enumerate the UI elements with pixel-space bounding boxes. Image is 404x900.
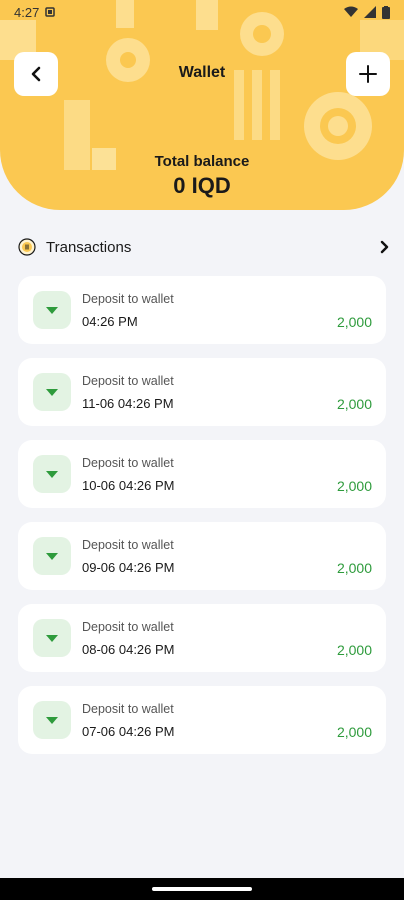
transaction-time: 07-06 04:26 PM bbox=[82, 724, 175, 739]
transaction-amount: 2,000 bbox=[336, 724, 372, 740]
plus-icon bbox=[359, 65, 377, 83]
arrow-down-icon bbox=[46, 717, 58, 724]
deposit-icon bbox=[33, 291, 71, 329]
page-title: Wallet bbox=[178, 64, 226, 81]
transactions-list: Deposit to wallet 04:26 PM 2,000 Deposit to… bbox=[18, 276, 386, 768]
deposit-icon bbox=[33, 373, 71, 411]
balance-label: Total balance bbox=[154, 153, 250, 170]
add-button[interactable] bbox=[346, 52, 390, 96]
transaction-label: Deposit to wallet bbox=[82, 702, 174, 716]
transaction-amount: 2,000 bbox=[336, 478, 372, 494]
deposit-icon bbox=[33, 455, 71, 493]
battery-icon bbox=[382, 5, 390, 19]
status-bar: 4:27 bbox=[0, 0, 404, 24]
system-nav-bar bbox=[0, 878, 404, 900]
transaction-label: Deposit to wallet bbox=[82, 374, 174, 388]
arrow-down-icon bbox=[46, 471, 58, 478]
transaction-label: Deposit to wallet bbox=[82, 538, 174, 552]
notification-icon bbox=[45, 7, 56, 17]
transaction-card[interactable]: Deposit to wallet 07-06 04:26 PM 2,000 bbox=[18, 686, 386, 754]
transaction-time: 08-06 04:26 PM bbox=[82, 642, 175, 657]
wallet-header: 4:27 Wallet Total balance 0 IQD bbox=[0, 0, 404, 210]
transactions-heading: Transactions bbox=[46, 238, 132, 256]
transaction-time: 10-06 04:26 PM bbox=[82, 478, 175, 493]
transaction-card[interactable]: Deposit to wallet 10-06 04:26 PM 2,000 bbox=[18, 440, 386, 508]
deposit-icon bbox=[33, 701, 71, 739]
transaction-card[interactable]: Deposit to wallet 09-06 04:26 PM 2,000 bbox=[18, 522, 386, 590]
transaction-label: Deposit to wallet bbox=[82, 456, 174, 470]
wifi-icon bbox=[344, 6, 358, 17]
transaction-amount: 2,000 bbox=[336, 560, 372, 576]
balance-value: 0 IQD bbox=[173, 173, 231, 198]
deposit-icon bbox=[33, 537, 71, 575]
arrow-down-icon bbox=[46, 389, 58, 396]
home-handle[interactable] bbox=[152, 887, 252, 891]
coin-icon bbox=[18, 238, 36, 256]
signal-icon bbox=[364, 6, 376, 18]
transaction-time: 04:26 PM bbox=[82, 314, 138, 329]
chevron-right-icon[interactable] bbox=[380, 240, 390, 254]
status-time: 4:27 bbox=[14, 4, 40, 20]
arrow-down-icon bbox=[46, 635, 58, 642]
transactions-header[interactable]: Transactions bbox=[18, 236, 390, 258]
transaction-label: Deposit to wallet bbox=[82, 620, 174, 634]
transaction-amount: 2,000 bbox=[336, 396, 372, 412]
transaction-card[interactable]: Deposit to wallet 11-06 04:26 PM 2,000 bbox=[18, 358, 386, 426]
transaction-amount: 2,000 bbox=[336, 314, 372, 330]
transaction-card[interactable]: Deposit to wallet 08-06 04:26 PM 2,000 bbox=[18, 604, 386, 672]
transaction-amount: 2,000 bbox=[336, 642, 372, 658]
transaction-time: 11-06 04:26 PM bbox=[82, 396, 174, 411]
transaction-time: 09-06 04:26 PM bbox=[82, 560, 175, 575]
transaction-label: Deposit to wallet bbox=[82, 292, 174, 306]
transaction-card[interactable]: Deposit to wallet 04:26 PM 2,000 bbox=[18, 276, 386, 344]
arrow-down-icon bbox=[46, 307, 58, 314]
deposit-icon bbox=[33, 619, 71, 657]
arrow-down-icon bbox=[46, 553, 58, 560]
